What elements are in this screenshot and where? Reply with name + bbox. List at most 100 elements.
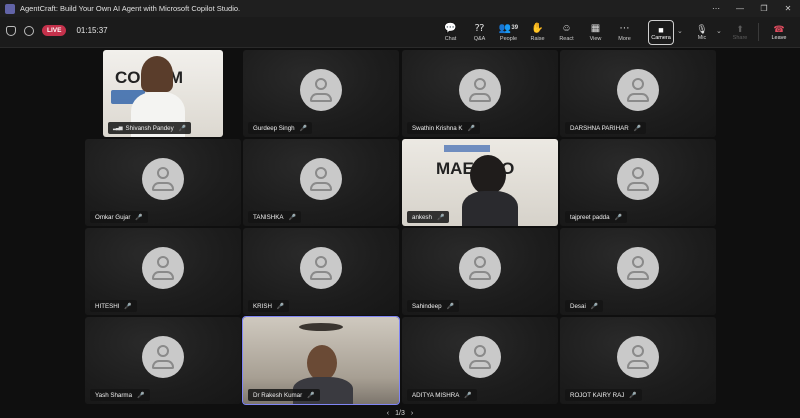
share-button[interactable]: ⬆ Share xyxy=(728,20,752,45)
smile-icon: ☺ xyxy=(561,23,572,34)
participant-tile-krish[interactable]: KRISH 🎤 xyxy=(243,228,399,315)
participant-head xyxy=(470,155,506,195)
mic-button[interactable]: 🎙 Mic xyxy=(690,20,714,45)
participant-tile-aditya-mishra[interactable]: ADITYA MISHRA 🎤 xyxy=(402,317,558,404)
participant-tile-tajpreet-padda[interactable]: tajpreet padda 🎤 xyxy=(560,139,716,226)
chat-button[interactable]: 💬 Chat xyxy=(436,17,465,48)
toolbar-divider xyxy=(758,23,759,41)
mic-off-icon: 🎤 xyxy=(276,303,285,310)
qa-button[interactable]: ⁇ Q&A xyxy=(465,17,494,48)
more-button[interactable]: ⋯ More xyxy=(610,17,639,48)
participant-nametag: ankesh 🎤 xyxy=(407,211,450,223)
avatar-icon xyxy=(459,68,501,111)
participant-tile-hiteshi[interactable]: HITESHI 🎤 xyxy=(85,228,241,315)
avatar-icon xyxy=(300,157,342,200)
qa-icon: ⁇ xyxy=(474,23,485,34)
minimize-button[interactable]: — xyxy=(728,0,752,17)
participant-nametag: HITESHI 🎤 xyxy=(90,300,137,312)
mic-off-icon: 🎤 xyxy=(124,303,132,310)
participant-nametag: Dr Rakesh Kumar 🎤 xyxy=(248,389,320,401)
react-label: React xyxy=(559,36,574,42)
mic-off-icon: 🎤 xyxy=(299,125,308,132)
leave-button[interactable]: ☎ Leave xyxy=(764,20,794,45)
participant-tile-omkar-gujar[interactable]: Omkar Gujar 🎤 xyxy=(85,139,241,226)
mic-off-icon: 🎤 xyxy=(137,392,145,399)
camera-icon: ■ xyxy=(658,24,664,35)
mic-off-icon: 🎙 xyxy=(696,24,708,34)
avatar-icon xyxy=(142,246,184,289)
participant-nametag: KRISH 🎤 xyxy=(248,300,290,312)
mic-off-icon: 🎤 xyxy=(467,125,476,132)
react-button[interactable]: ☺ React xyxy=(552,17,581,48)
prev-page-icon[interactable]: ‹ xyxy=(387,410,389,417)
window-controls: ⋯ — ❐ ✕ xyxy=(704,0,800,17)
participant-nametag: ADITYA MISHRA 🎤 xyxy=(407,389,477,401)
participant-nametag: Sahindeep 🎤 xyxy=(407,300,460,312)
participant-name: KRISH xyxy=(253,302,272,310)
people-label: People xyxy=(499,36,518,42)
chat-label: Chat xyxy=(444,36,457,42)
avatar-icon xyxy=(142,335,184,378)
more-icon: ⋯ xyxy=(619,23,630,34)
mic-off-icon: 🎤 xyxy=(446,303,455,310)
participant-tile-sahindeep[interactable]: Sahindeep 🎤 xyxy=(402,228,558,315)
participant-body xyxy=(462,191,518,226)
raise-hand-button[interactable]: ✋ Raise xyxy=(523,17,552,48)
close-button[interactable]: ✕ xyxy=(776,0,800,17)
participant-name: Sahindeep xyxy=(412,302,442,310)
avatar-icon xyxy=(617,246,659,289)
participant-nametag: Swathin Krishna K 🎤 xyxy=(407,122,481,134)
participant-tile-rojot-kairy-raj[interactable]: ROJOT KAIRY RAJ 🎤 xyxy=(560,317,716,404)
participant-tile-swathin-krishna-k[interactable]: Swathin Krishna K 🎤 xyxy=(402,50,558,137)
banner-logo xyxy=(444,145,490,152)
people-count: 39 xyxy=(511,25,519,31)
participant-tile-ankesh[interactable]: MAET CO ankesh🎤 xyxy=(402,139,558,226)
people-button[interactable]: 👥39 People xyxy=(494,17,523,48)
view-label: View xyxy=(589,36,602,42)
camera-button[interactable]: ■ Camera xyxy=(648,20,674,45)
participant-name: ankesh xyxy=(412,213,432,221)
avatar-icon xyxy=(617,335,659,378)
participant-tile-dr-rakesh-kumar[interactable]: Dr Rakesh Kumar 🎤 xyxy=(242,316,400,405)
avatar-icon xyxy=(300,68,342,111)
signal-icon: ▂▃▅ xyxy=(113,125,122,131)
leave-label: Leave xyxy=(771,35,787,41)
mic-options-chevron-icon[interactable]: ⌄ xyxy=(716,27,722,35)
participant-name: Dr Rakesh Kumar xyxy=(253,391,303,399)
participant-tile-desai[interactable]: Desai 🎤 xyxy=(560,228,716,315)
participant-name: TANISHKA xyxy=(253,213,284,221)
mic-off-icon: 🎤 xyxy=(135,214,143,221)
participant-name: ROJOT KAIRY RAJ xyxy=(570,391,625,399)
view-button[interactable]: ▦ View xyxy=(581,17,610,48)
restore-button[interactable]: ❐ xyxy=(752,0,776,17)
participant-name: Yash Sharma xyxy=(95,391,133,399)
window-title: AgentCraft: Build Your Own AI Agent with… xyxy=(20,4,241,13)
more-options-icon[interactable]: ⋯ xyxy=(704,0,728,17)
participant-nametag: ▂▃▅ Shivansh Pandey 🎤 xyxy=(108,122,192,134)
avatar-icon xyxy=(142,157,184,200)
teams-logo-icon xyxy=(5,3,15,14)
participant-name: HITESHI xyxy=(95,302,120,310)
participant-tile-tanishka[interactable]: TANISHKA 🎤 xyxy=(243,139,399,226)
mic-off-icon: 🎤 xyxy=(633,125,642,132)
meeting-status: LIVE 01:15:37 xyxy=(6,25,108,36)
participant-tile-yash-sharma[interactable]: Yash Sharma 🎤 xyxy=(85,317,241,404)
shield-icon[interactable] xyxy=(6,25,16,36)
participant-tile-darshna-parihar[interactable]: DARSHNA PARIHAR 🎤 xyxy=(560,50,716,137)
page-navigator: ‹ 1/3 › xyxy=(380,408,420,418)
next-page-icon[interactable]: › xyxy=(411,410,413,417)
participant-nametag: Gurdeep Singh 🎤 xyxy=(248,122,313,134)
mic-off-icon: 🎤 xyxy=(288,214,296,221)
qa-label: Q&A xyxy=(473,36,486,42)
participant-name: Gurdeep Singh xyxy=(253,124,295,132)
live-badge: LIVE xyxy=(42,25,67,36)
participant-tile-gurdeep-singh[interactable]: Gurdeep Singh 🎤 xyxy=(243,50,399,137)
share-label: Share xyxy=(732,35,748,41)
participant-tile-shivansh-pandey[interactable]: CO EAM ▂▃▅Shivansh Pandey🎤 xyxy=(103,50,223,137)
camera-options-chevron-icon[interactable]: ⌄ xyxy=(677,27,683,35)
participant-nametag: Desai 🎤 xyxy=(565,300,604,312)
mic-off-icon: 🎤 xyxy=(464,392,472,399)
recording-icon[interactable] xyxy=(24,25,34,36)
avatar-icon xyxy=(300,246,342,289)
mic-label: Mic xyxy=(697,35,707,41)
